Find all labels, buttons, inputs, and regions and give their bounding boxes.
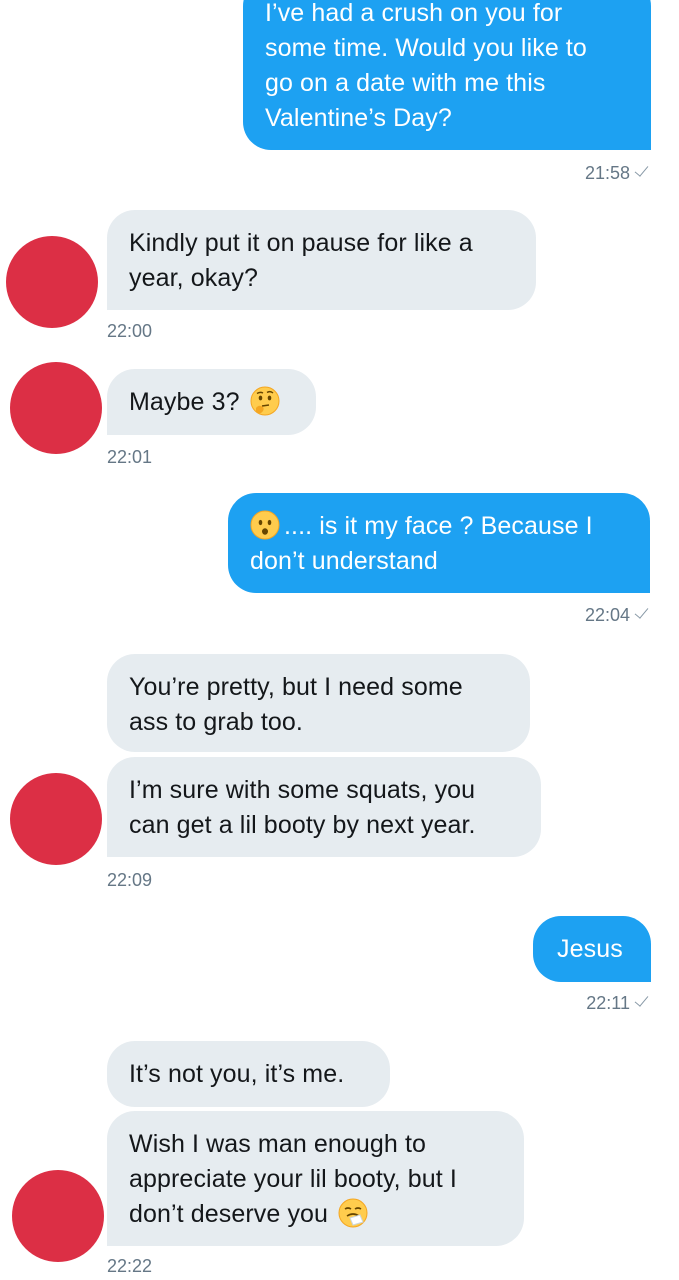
message-text-line: Wish I was man enough to <box>129 1130 426 1158</box>
thinking-face-emoji <box>250 386 280 416</box>
incoming-message-bubble[interactable]: You’re pretty, but I need some ass to gr… <box>107 654 530 752</box>
read-check-icon <box>634 604 649 619</box>
outgoing-message-bubble[interactable]: I’ve had a crush on you for some time. W… <box>243 0 651 150</box>
sender-avatar[interactable] <box>10 773 102 865</box>
message-text-line: Maybe 3? <box>129 385 294 420</box>
message-timestamp: 22:09 <box>107 870 153 890</box>
message-text-line: I’m sure with some squats, you <box>129 776 476 804</box>
sender-avatar[interactable] <box>6 236 98 328</box>
sender-avatar[interactable] <box>10 362 102 454</box>
message-text-line: don’t deserve you <box>129 1197 502 1232</box>
message-text-line: can get a lil booty by next year. <box>129 811 476 839</box>
dm-conversation: I’ve had a crush on you for some time. W… <box>0 0 679 1280</box>
message-text-line: You’re pretty, but I need some <box>129 673 463 701</box>
message-text: Maybe 3? <box>129 388 240 416</box>
message-timestamp: 22:01 <box>107 447 153 467</box>
message-text-line: some time. Would you like to <box>265 34 587 62</box>
message-timestamp: 22:11 <box>586 992 649 1014</box>
incoming-message-bubble[interactable]: Maybe 3? <box>107 369 316 435</box>
message-text-line: don’t understand <box>250 547 438 575</box>
message-text: don’t deserve you <box>129 1200 329 1228</box>
message-text-line: Kindly put it on pause for like a <box>129 229 473 257</box>
message-text-line: ass to grab too. <box>129 708 303 736</box>
message-text: .... is it my face ? Because I <box>284 512 593 540</box>
timestamp-text: 21:58 <box>584 163 630 183</box>
incoming-message-bubble[interactable]: It’s not you, it’s me. <box>107 1041 390 1107</box>
message-timestamp: 22:22 <box>107 1256 153 1276</box>
message-text-line: appreciate your lil booty, but I <box>129 1165 457 1193</box>
outgoing-message-bubble[interactable]: Jesus <box>533 916 651 982</box>
timestamp-text: 22:11 <box>586 993 630 1013</box>
timestamp-text: 22:04 <box>584 605 630 625</box>
read-check-icon <box>634 162 649 177</box>
incoming-message-bubble[interactable]: I’m sure with some squats, you can get a… <box>107 757 541 857</box>
message-text-line: It’s not you, it’s me. <box>129 1060 345 1088</box>
frowning-face-emoji <box>250 510 280 540</box>
sender-avatar[interactable] <box>12 1170 104 1262</box>
message-text-line: year, okay? <box>129 264 258 292</box>
incoming-message-bubble[interactable]: Wish I was man enough to appreciate your… <box>107 1111 524 1246</box>
outgoing-message-bubble[interactable]: .... is it my face ? Because I don’t und… <box>228 493 650 593</box>
message-text-line: go on a date with me this <box>265 69 546 97</box>
sneezing-face-emoji <box>338 1198 368 1228</box>
message-timestamp: 22:04 <box>584 604 649 626</box>
message-text-line: Jesus <box>557 935 623 963</box>
message-timestamp: 22:00 <box>107 321 153 341</box>
message-timestamp: 21:58 <box>584 162 649 184</box>
message-text-line: Valentine’s Day? <box>265 104 452 132</box>
message-text-line: I’ve had a crush on you for <box>265 0 563 27</box>
message-text-line: .... is it my face ? Because I <box>250 509 628 544</box>
incoming-message-bubble[interactable]: Kindly put it on pause for like a year, … <box>107 210 536 310</box>
read-check-icon <box>634 992 649 1007</box>
